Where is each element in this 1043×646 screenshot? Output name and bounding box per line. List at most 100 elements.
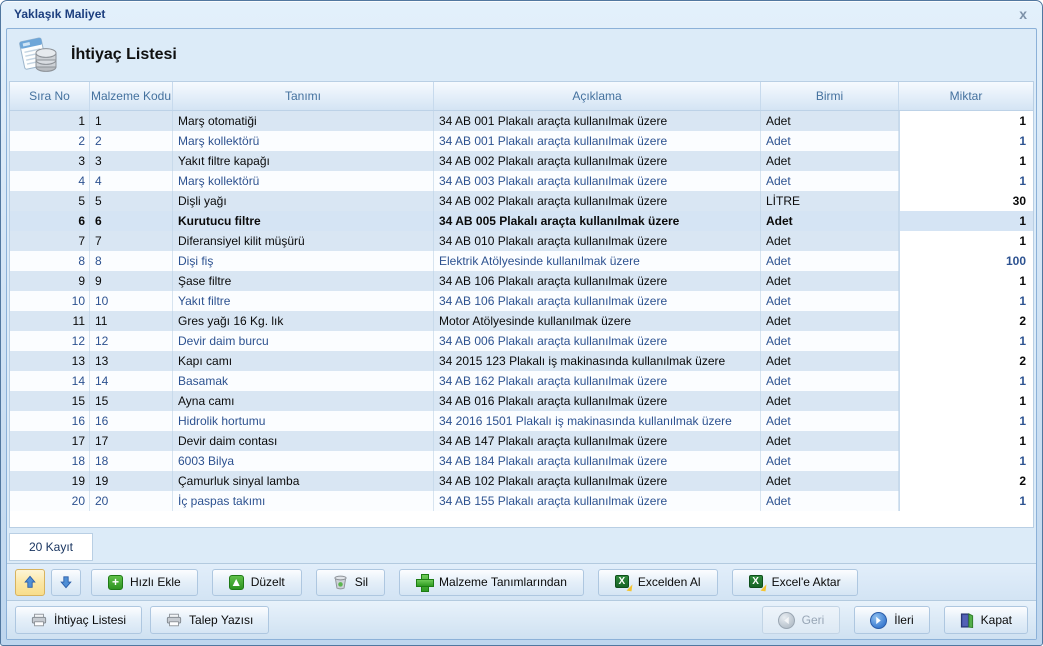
cell-sira-no: 5 (10, 191, 90, 211)
column-header-aciklama[interactable]: Açıklama (434, 82, 761, 110)
next-button[interactable]: İleri (854, 606, 929, 634)
edit-button[interactable]: ▲ Düzelt (212, 569, 302, 596)
cell-miktar[interactable]: 1 (899, 211, 1033, 231)
main-panel: İhtiyaç Listesi Sıra No Malzeme Kodu Tan… (6, 28, 1037, 640)
cell-miktar[interactable]: 1 (899, 151, 1033, 171)
page-title: İhtiyaç Listesi (71, 46, 177, 64)
cell-miktar[interactable]: 1 (899, 451, 1033, 471)
column-header-tanimi[interactable]: Tanımı (173, 82, 434, 110)
back-label: Geri (802, 613, 825, 627)
print-needs-list-button[interactable]: İhtiyaç Listesi (15, 606, 142, 634)
cell-miktar[interactable]: 1 (899, 331, 1033, 351)
table-row[interactable]: 19 19 Çamurluk sinyal lamba 34 AB 102 Pl… (10, 471, 1033, 491)
cell-miktar[interactable]: 1 (899, 171, 1033, 191)
cell-tanim: Gres yağı 16 Kg. lık (173, 311, 434, 331)
cell-malzeme-kodu: 12 (90, 331, 173, 351)
cell-miktar[interactable]: 2 (899, 471, 1033, 491)
column-header-sira-no[interactable]: Sıra No (10, 82, 90, 110)
table-row[interactable]: 1 1 Marş otomatiği 34 AB 001 Plakalı ara… (10, 111, 1033, 131)
cell-aciklama: 34 2015 123 Plakalı iş makinasında kulla… (434, 351, 761, 371)
table-row[interactable]: 20 20 İç paspas takımı 34 AB 155 Plakalı… (10, 491, 1033, 511)
delete-button[interactable]: Sil (316, 569, 385, 596)
cell-birim: Adet (761, 251, 899, 271)
cell-malzeme-kodu: 3 (90, 151, 173, 171)
table-row[interactable]: 4 4 Marş kollektörü 34 AB 003 Plakalı ar… (10, 171, 1033, 191)
cell-miktar[interactable]: 1 (899, 131, 1033, 151)
cell-tanim: Dişli yağı (173, 191, 434, 211)
table-row[interactable]: 11 11 Gres yağı 16 Kg. lık Motor Atölyes… (10, 311, 1033, 331)
window-title: Yaklaşık Maliyet (14, 7, 1016, 21)
cell-miktar[interactable]: 1 (899, 491, 1033, 511)
cell-miktar[interactable]: 1 (899, 431, 1033, 451)
cell-miktar[interactable]: 100 (899, 251, 1033, 271)
table-row[interactable]: 7 7 Diferansiyel kilit müşürü 34 AB 010 … (10, 231, 1033, 251)
material-definitions-label: Malzeme Tanımlarından (439, 575, 567, 589)
table-row[interactable]: 17 17 Devir daim contası 34 AB 147 Plaka… (10, 431, 1033, 451)
move-up-button[interactable] (15, 569, 45, 596)
grid-body: 1 1 Marş otomatiği 34 AB 001 Plakalı ara… (10, 111, 1033, 511)
cell-miktar[interactable]: 2 (899, 351, 1033, 371)
cell-malzeme-kodu: 13 (90, 351, 173, 371)
cell-aciklama: 34 AB 003 Plakalı araçta kullanılmak üze… (434, 171, 761, 191)
record-count-badge: 20 Kayıt (9, 533, 93, 561)
cell-tanim: İç paspas takımı (173, 491, 434, 511)
print-request-letter-button[interactable]: Talep Yazısı (150, 606, 269, 634)
table-row[interactable]: 10 10 Yakıt filtre 34 AB 106 Plakalı ara… (10, 291, 1033, 311)
cell-tanim: Çamurluk sinyal lamba (173, 471, 434, 491)
print-needs-list-label: İhtiyaç Listesi (54, 613, 126, 627)
cell-malzeme-kodu: 18 (90, 451, 173, 471)
quick-add-button[interactable]: + Hızlı Ekle (91, 569, 198, 596)
cell-miktar[interactable]: 1 (899, 371, 1033, 391)
cell-sira-no: 17 (10, 431, 90, 451)
table-row[interactable]: 16 16 Hidrolik hortumu 34 2016 1501 Plak… (10, 411, 1033, 431)
cell-birim: Adet (761, 451, 899, 471)
cell-birim: Adet (761, 391, 899, 411)
cell-malzeme-kodu: 9 (90, 271, 173, 291)
cell-miktar[interactable]: 1 (899, 391, 1033, 411)
cell-miktar[interactable]: 1 (899, 231, 1033, 251)
table-row[interactable]: 5 5 Dişli yağı 34 AB 002 Plakalı araçta … (10, 191, 1033, 211)
cell-malzeme-kodu: 4 (90, 171, 173, 191)
excel-import-button[interactable]: X Excelden Al (598, 569, 718, 596)
table-row[interactable]: 14 14 Basamak 34 AB 162 Plakalı araçta k… (10, 371, 1033, 391)
table-row[interactable]: 12 12 Devir daim burcu 34 AB 006 Plakalı… (10, 331, 1033, 351)
table-row[interactable]: 9 9 Şase filtre 34 AB 106 Plakalı araçta… (10, 271, 1033, 291)
table-row[interactable]: 18 18 6003 Bilya 34 AB 184 Plakalı araçt… (10, 451, 1033, 471)
close-button[interactable]: Kapat (944, 606, 1028, 634)
table-row[interactable]: 3 3 Yakıt filtre kapağı 34 AB 002 Plakal… (10, 151, 1033, 171)
cell-miktar[interactable]: 1 (899, 411, 1033, 431)
next-label: İleri (894, 613, 913, 627)
cell-tanim: 6003 Bilya (173, 451, 434, 471)
cell-miktar[interactable]: 1 (899, 271, 1033, 291)
cell-miktar[interactable]: 1 (899, 111, 1033, 131)
table-row[interactable]: 13 13 Kapı camı 34 2015 123 Plakalı iş m… (10, 351, 1033, 371)
column-header-miktar[interactable]: Miktar (899, 82, 1033, 110)
table-row[interactable]: 6 6 Kurutucu filtre 34 AB 005 Plakalı ar… (10, 211, 1033, 231)
cell-malzeme-kodu: 5 (90, 191, 173, 211)
edit-icon: ▲ (229, 575, 244, 590)
cell-malzeme-kodu: 17 (90, 431, 173, 451)
cell-aciklama: 34 AB 001 Plakalı araçta kullanılmak üze… (434, 111, 761, 131)
cell-malzeme-kodu: 14 (90, 371, 173, 391)
cell-tanim: Yakıt filtre (173, 291, 434, 311)
cell-miktar[interactable]: 2 (899, 311, 1033, 331)
cell-malzeme-kodu: 11 (90, 311, 173, 331)
cell-aciklama: 34 AB 106 Plakalı araçta kullanılmak üze… (434, 291, 761, 311)
column-header-malzeme-kodu[interactable]: Malzeme Kodu (90, 82, 173, 110)
column-header-birmi[interactable]: Birmi (761, 82, 899, 110)
material-definitions-button[interactable]: Malzeme Tanımlarından (399, 569, 584, 596)
titlebar: Yaklaşık Maliyet x (1, 1, 1042, 28)
back-button[interactable]: Geri (762, 606, 841, 634)
cell-birim: Adet (761, 371, 899, 391)
table-row[interactable]: 15 15 Ayna camı 34 AB 016 Plakalı araçta… (10, 391, 1033, 411)
excel-export-button[interactable]: X Excel'e Aktar (732, 569, 858, 596)
page-header: İhtiyaç Listesi (7, 29, 1036, 81)
table-row[interactable]: 8 8 Dişi fiş Elektrik Atölyesinde kullan… (10, 251, 1033, 271)
cell-miktar[interactable]: 30 (899, 191, 1033, 211)
table-row[interactable]: 2 2 Marş kollektörü 34 AB 001 Plakalı ar… (10, 131, 1033, 151)
cell-miktar[interactable]: 1 (899, 291, 1033, 311)
close-icon[interactable]: x (1016, 7, 1030, 21)
status-band: 20 Kayıt (7, 528, 1036, 563)
move-down-button[interactable] (51, 569, 81, 596)
cell-birim: Adet (761, 171, 899, 191)
